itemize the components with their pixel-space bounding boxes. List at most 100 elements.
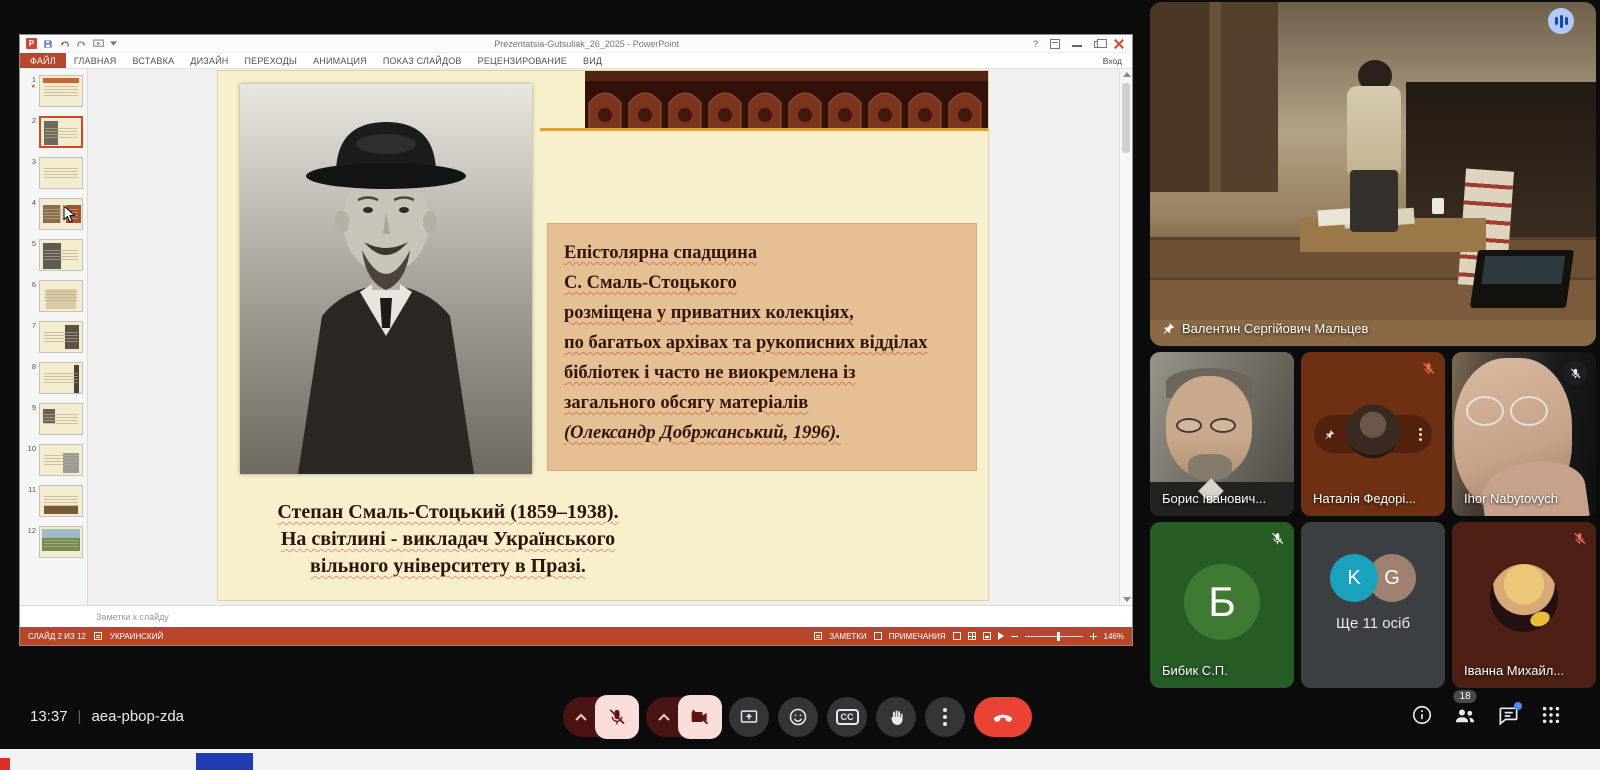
more-people-art: K G Ще 11 осіб: [1301, 522, 1445, 688]
meeting-code: aea-pbop-zda: [91, 708, 184, 725]
slide-number: 5: [32, 239, 36, 248]
scrollbar-thumb[interactable]: [1122, 83, 1130, 153]
slide-text-box: Епістолярна спадщина С. Смаль-Стоцького …: [547, 223, 977, 471]
zoom-in-icon[interactable]: [1090, 633, 1097, 640]
taskbar-red-item: [0, 758, 10, 770]
slide-thumbnail-1[interactable]: 1★: [22, 75, 87, 107]
chat-button[interactable]: [1497, 704, 1520, 727]
reading-view-icon[interactable]: [983, 632, 991, 640]
brick-arches-photo: [585, 71, 988, 129]
mic-off-icon: [607, 707, 627, 727]
meeting-info: 13:37 | aea-pbop-zda: [30, 708, 184, 725]
slide-thumbnail-10[interactable]: 10: [22, 444, 87, 476]
tab-slideshow[interactable]: ПОКАЗ СЛАЙДОВ: [375, 53, 470, 68]
scroll-up-icon[interactable]: [1123, 72, 1131, 77]
zoom-out-icon[interactable]: [1011, 636, 1018, 637]
start-slideshow-icon[interactable]: [93, 39, 104, 48]
slide-number: 8: [32, 362, 36, 371]
slide-thumbnail-12[interactable]: 12: [22, 526, 87, 558]
tab-file[interactable]: ФАЙЛ: [20, 53, 66, 68]
video-tile-boris[interactable]: Борис Іванович...: [1150, 352, 1294, 516]
zoom-slider[interactable]: [1025, 636, 1083, 637]
proofing-icon[interactable]: [94, 632, 102, 640]
slide-thumbnail-9[interactable]: 9: [22, 403, 87, 435]
tab-insert[interactable]: ВСТАВКА: [125, 53, 183, 68]
window-controls: ?: [1033, 35, 1132, 52]
camera-control-group: [646, 697, 720, 737]
mic-options-chevron[interactable]: [563, 697, 599, 737]
slide-thumbnail-2-selected[interactable]: 2: [22, 116, 87, 148]
close-button[interactable]: [1114, 39, 1124, 49]
notes-toggle-button[interactable]: ЗАМЕТКИ: [829, 632, 866, 641]
video-tile-presenter[interactable]: Валентин Сергійович Мальцев: [1150, 2, 1596, 346]
end-call-button[interactable]: [974, 697, 1032, 737]
tab-design[interactable]: ДИЗАЙН: [182, 53, 236, 68]
captions-button[interactable]: CC: [827, 697, 867, 737]
avatar-initial: K: [1330, 554, 1378, 602]
sign-in-label[interactable]: Вход: [1093, 53, 1132, 68]
comments-icon: [874, 632, 882, 640]
mic-muted-button[interactable]: [595, 695, 639, 739]
slide-thumbnail-11[interactable]: 11: [22, 485, 87, 517]
ribbon-display-options-button[interactable]: [1050, 39, 1060, 49]
meeting-details-button[interactable]: [1411, 704, 1433, 726]
video-tile-ivanna[interactable]: Іванна Михайл...: [1452, 522, 1596, 688]
qat-dropdown-icon[interactable]: [110, 41, 117, 46]
pin-icon[interactable]: [1324, 429, 1335, 440]
camera-muted-button[interactable]: [678, 695, 722, 739]
normal-view-icon[interactable]: [953, 632, 961, 640]
tab-home[interactable]: ГЛАВНАЯ: [66, 53, 125, 68]
slide-editing-canvas[interactable]: Епістолярна спадщина С. Смаль-Стоцького …: [88, 69, 1132, 605]
participants-count-badge: 18: [1453, 690, 1476, 703]
video-tile-bybyk[interactable]: Б Бибик С.П.: [1150, 522, 1294, 688]
slide-thumbnail-5[interactable]: 5: [22, 239, 87, 271]
participants-button[interactable]: 18: [1453, 703, 1477, 727]
powerpoint-logo-icon: P: [26, 38, 37, 49]
redo-icon[interactable]: [76, 39, 87, 49]
camera-options-chevron[interactable]: [646, 697, 682, 737]
zoom-level[interactable]: 146%: [1104, 632, 1124, 641]
tab-view[interactable]: ВИД: [575, 53, 610, 68]
slide-number: 4: [32, 198, 36, 207]
scroll-down-icon[interactable]: [1123, 597, 1131, 602]
tab-transitions[interactable]: ПЕРЕХОДЫ: [236, 53, 305, 68]
slide-thumbnail-8[interactable]: 8: [22, 362, 87, 394]
end-call-icon: [992, 706, 1014, 728]
slide-sorter-view-icon[interactable]: [968, 632, 976, 640]
more-options-button[interactable]: [925, 697, 965, 737]
video-tile-natalia[interactable]: Наталія Федорі...: [1301, 352, 1445, 516]
slide-number: 11: [28, 485, 36, 494]
video-tile-ihor[interactable]: Ihor Nabytovych: [1452, 352, 1596, 516]
participant-name: Ihor Nabytovych: [1464, 491, 1558, 506]
slideshow-view-icon[interactable]: [998, 632, 1004, 640]
raise-hand-button[interactable]: [876, 697, 916, 737]
slide-thumbnail-3[interactable]: 3: [22, 157, 87, 189]
video-tile-more-people[interactable]: K G Ще 11 осіб: [1301, 522, 1445, 688]
activities-button[interactable]: [1540, 704, 1562, 726]
present-screen-button[interactable]: [729, 697, 769, 737]
tab-review[interactable]: РЕЦЕНЗИРОВАНИЕ: [470, 53, 575, 68]
slide-thumbnail-4[interactable]: 4: [22, 198, 87, 230]
save-icon[interactable]: [43, 39, 53, 49]
zoom-slider-knob[interactable]: [1057, 632, 1060, 641]
google-meet-window: P Prezentatsia-Gutsuliak_26_2025 - Power…: [0, 0, 1600, 770]
clock: 13:37: [30, 708, 68, 725]
vertical-scrollbar[interactable]: [1119, 69, 1132, 605]
info-icon: [1411, 704, 1433, 726]
slide-thumbnail-7[interactable]: 7: [22, 321, 87, 353]
mic-muted-icon: [1572, 531, 1587, 546]
undo-icon[interactable]: [59, 39, 70, 49]
slide-thumbnail-6[interactable]: 6: [22, 280, 87, 312]
more-options-icon[interactable]: [1419, 428, 1422, 441]
minimize-button[interactable]: [1072, 39, 1082, 49]
restore-button[interactable]: [1094, 41, 1102, 48]
tab-animations[interactable]: АНИМАЦИЯ: [305, 53, 375, 68]
slide-text-line: розміщена у приватних колекціях,: [564, 298, 960, 328]
language-label[interactable]: УКРАИНСКИЙ: [110, 632, 163, 641]
notes-pane[interactable]: Заметки к слайду: [20, 605, 1132, 627]
slide-number: 3: [32, 157, 36, 166]
help-button[interactable]: ?: [1033, 39, 1038, 49]
ribbon-tabs: ФАЙЛ ГЛАВНАЯ ВСТАВКА ДИЗАЙН ПЕРЕХОДЫ АНИ…: [20, 53, 1132, 69]
reactions-button[interactable]: [778, 697, 818, 737]
comments-toggle-button[interactable]: ПРИМЕЧАНИЯ: [889, 632, 946, 641]
